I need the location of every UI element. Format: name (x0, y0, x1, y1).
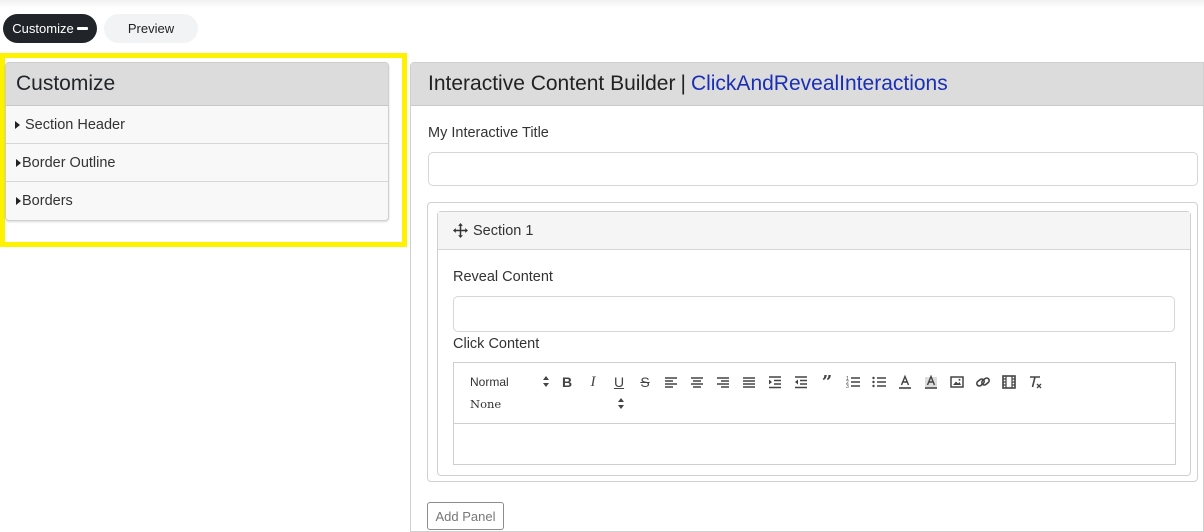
content-builder-panel: Interactive Content Builder | ClickAndRe… (410, 62, 1204, 532)
title-input[interactable] (428, 152, 1198, 186)
reveal-content-label: Reveal Content (453, 269, 553, 285)
move-icon[interactable] (453, 223, 468, 238)
align-justify-icon[interactable] (740, 373, 758, 391)
top-shadow (0, 0, 1204, 8)
click-content-editor: Normal None B I U S ” 1 2 3 (453, 362, 1176, 465)
strikethrough-icon[interactable]: S (636, 373, 654, 391)
text-color-icon[interactable] (896, 373, 914, 391)
video-icon[interactable] (1000, 373, 1018, 391)
ordered-list-icon[interactable]: 123 (844, 373, 862, 391)
caret-right-icon (16, 197, 21, 205)
title-separator: | (680, 72, 686, 95)
align-left-icon[interactable] (662, 373, 680, 391)
updown-icon (543, 376, 550, 388)
font-select-value: None (470, 397, 502, 411)
underline-icon[interactable]: U (610, 373, 628, 391)
editor-toolbar: Normal None B I U S ” 1 2 3 (454, 363, 1175, 424)
bold-icon[interactable]: B (558, 373, 576, 391)
italic-icon[interactable]: I (584, 373, 602, 391)
font-select[interactable]: None (470, 397, 625, 411)
reveal-content-input[interactable] (453, 296, 1175, 332)
format-select-value: Normal (470, 375, 509, 389)
outdent-icon[interactable] (792, 373, 810, 391)
preview-mode-label: Preview (127, 21, 175, 36)
click-content-label: Click Content (453, 336, 540, 352)
builder-header: Interactive Content Builder | ClickAndRe… (411, 63, 1203, 106)
align-right-icon[interactable] (714, 373, 732, 391)
section-container: Section 1 Reveal Content Click Content N… (427, 202, 1198, 482)
align-center-icon[interactable] (688, 373, 706, 391)
section-header[interactable]: Section 1 (438, 212, 1190, 250)
background-color-icon[interactable] (922, 373, 940, 391)
indent-icon[interactable] (766, 373, 784, 391)
customize-item-label: Section Header (25, 116, 125, 133)
image-icon[interactable] (948, 373, 966, 391)
customize-item-label: Borders (22, 193, 73, 209)
svg-text:3: 3 (846, 384, 849, 390)
customize-item-borders[interactable]: Borders (6, 182, 388, 220)
title-field-label: My Interactive Title (428, 125, 549, 141)
preview-mode-button[interactable]: Preview (104, 14, 198, 43)
clear-format-icon[interactable] (1026, 373, 1044, 391)
section-name: Section 1 (473, 222, 534, 239)
bullet-list-icon[interactable] (870, 373, 888, 391)
section-card: Section 1 Reveal Content Click Content N… (437, 211, 1191, 476)
builder-title: Interactive Content Builder (428, 72, 676, 95)
link-icon[interactable] (974, 373, 992, 391)
add-panel-button[interactable]: Add Panel (427, 502, 504, 530)
customize-item-label: Border Outline (22, 154, 116, 171)
caret-right-icon (15, 120, 20, 129)
editor-content-area[interactable] (454, 424, 1175, 464)
customize-panel-title: Customize (6, 63, 388, 106)
updown-icon (618, 398, 625, 410)
format-select[interactable]: Normal (470, 375, 550, 389)
customize-item-border-outline[interactable]: Border Outline (6, 144, 388, 182)
customize-mode-button[interactable]: Customize (3, 14, 97, 43)
blockquote-icon[interactable]: ” (818, 372, 836, 393)
customize-mode-label: Customize (12, 21, 74, 36)
builder-type-name: ClickAndRevealInteractions (690, 72, 948, 95)
customize-item-section-header[interactable]: Section Header (6, 106, 388, 144)
minus-icon (76, 27, 88, 30)
caret-right-icon (16, 158, 21, 167)
customize-panel: Customize Section Header Border Outline … (5, 62, 389, 221)
